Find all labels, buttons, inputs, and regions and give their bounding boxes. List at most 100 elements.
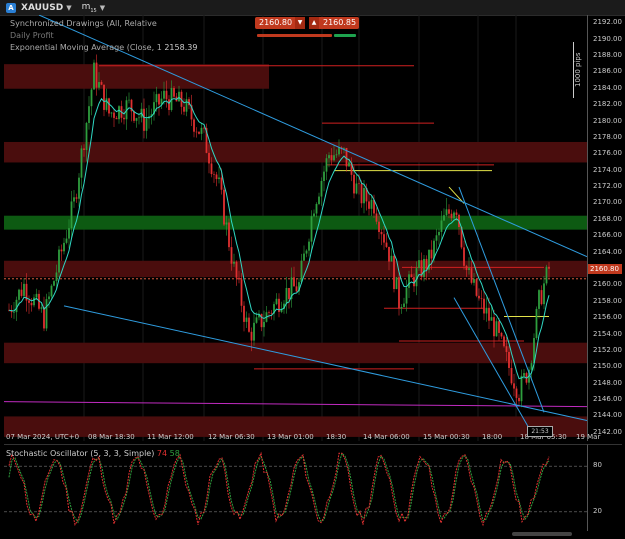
- candle-body: [338, 147, 340, 155]
- candle-body: [235, 261, 238, 278]
- candle-body: [468, 268, 470, 270]
- oscillator-axis[interactable]: 80 20: [587, 444, 622, 531]
- candle-body: [60, 249, 63, 252]
- time-axis-label: 08 Mar 18:30: [88, 433, 135, 441]
- time-axis-label: 18:30: [326, 433, 347, 441]
- candle-body: [303, 253, 305, 261]
- symbol-icon[interactable]: A: [6, 2, 16, 13]
- candle-body: [335, 154, 338, 156]
- price-axis-label: 2158.00: [593, 296, 622, 305]
- candle-body: [368, 201, 370, 209]
- price-axis-label: 2152.00: [593, 345, 622, 354]
- time-axis-label: 11 Mar 12:00: [147, 433, 194, 441]
- candle-body: [515, 388, 518, 398]
- sell-button[interactable]: 2160.80 ▼: [255, 17, 305, 29]
- candle-body: [545, 266, 548, 284]
- price-axis-label: 2170.00: [593, 198, 622, 207]
- price-axis[interactable]: 2192.00 2190.00 2188.00 2186.00 2184.00 2182.…: [587, 15, 622, 441]
- candle-body: [535, 308, 538, 339]
- time-axis[interactable]: 07 Mar 2024, UTC+0 08 Mar 18:30 11 Mar 12:…: [4, 431, 604, 443]
- stochastic-k-line: [8, 451, 550, 527]
- price-axis-label: 2186.00: [593, 67, 622, 76]
- candle-body: [218, 177, 220, 180]
- candle-body: [215, 174, 218, 180]
- candle-body: [70, 201, 73, 229]
- candle-body: [80, 148, 83, 178]
- price-chart[interactable]: [4, 15, 587, 441]
- candle-body: [463, 247, 465, 266]
- buy-button[interactable]: ▲ 2160.85: [309, 17, 359, 29]
- candle-body: [513, 383, 515, 389]
- candle-body: [210, 163, 213, 175]
- candle-body: [425, 258, 428, 270]
- candle-body: [88, 106, 90, 123]
- candle-body: [500, 332, 503, 337]
- candle-body: [483, 298, 485, 314]
- candle-body: [220, 177, 223, 190]
- price-axis-label: 2180.00: [593, 116, 622, 125]
- chart-scrollbar[interactable]: [512, 532, 572, 536]
- candle-body: [163, 90, 165, 99]
- candle-body: [380, 232, 383, 235]
- candle-body: [35, 293, 38, 298]
- price-axis-label: 2166.00: [593, 231, 622, 240]
- candle-body: [228, 222, 230, 248]
- candle-body: [50, 285, 53, 297]
- candle-body: [28, 300, 30, 303]
- candle-body: [293, 277, 295, 287]
- ema-value: 2158.39: [164, 43, 198, 52]
- ema-label: Exponential Moving Average (Close, 1: [10, 43, 162, 52]
- sell-sentiment-bar: [257, 34, 332, 37]
- candle-body: [320, 180, 323, 197]
- candle-body: [548, 266, 550, 269]
- time-axis-label: 18:00: [482, 433, 503, 441]
- timeframe-selector[interactable]: m15: [82, 2, 97, 14]
- timeframe-value: 15: [90, 7, 97, 14]
- candle-body: [123, 117, 125, 120]
- chart-toolbar: A XAUUSD ▼ m15 ▼: [0, 0, 625, 16]
- pips-ruler: 1000 pips: [573, 42, 583, 98]
- price-axis-label: 2164.00: [593, 247, 622, 256]
- price-axis-label: 2174.00: [593, 165, 622, 174]
- candle-body: [390, 255, 393, 262]
- candle-body: [20, 289, 23, 296]
- symbol-dropdown-icon[interactable]: ▼: [66, 4, 71, 12]
- candle-body: [58, 249, 60, 273]
- candle-body: [30, 302, 33, 306]
- candle-body: [183, 106, 185, 112]
- buy-price: 2160.85: [323, 18, 357, 27]
- candle-body: [143, 108, 145, 131]
- candle-body: [138, 117, 140, 119]
- sell-arrow-icon: ▼: [295, 17, 305, 29]
- candle-body: [288, 287, 290, 299]
- price-axis-label: 2176.00: [593, 149, 622, 158]
- price-axis-label: 2172.00: [593, 182, 622, 191]
- candle-body: [423, 258, 425, 277]
- candle-body: [430, 249, 433, 259]
- candle-body: [75, 197, 78, 199]
- candle-body: [455, 212, 458, 215]
- candle-body: [115, 117, 118, 120]
- candle-body: [55, 272, 58, 282]
- candle-body: [63, 242, 65, 252]
- candle-body: [343, 147, 345, 149]
- candle-body: [315, 203, 318, 214]
- candle-body: [45, 299, 48, 329]
- candle-body: [418, 260, 420, 269]
- candle-body: [270, 312, 273, 314]
- daily-profit-label: Daily Profit: [10, 31, 54, 40]
- price-axis-label: 2144.00: [593, 411, 622, 420]
- sync-drawings-label: Synchronized Drawings (All, Relative: [10, 19, 157, 28]
- candle-body: [133, 111, 135, 121]
- candle-body: [323, 171, 325, 181]
- candle-body: [488, 307, 490, 321]
- candle-body: [110, 112, 113, 114]
- candle-body: [453, 212, 455, 219]
- candle-body: [465, 265, 468, 270]
- symbol-selector[interactable]: XAUUSD: [21, 3, 63, 13]
- candle-body: [473, 279, 475, 283]
- candle-body: [213, 174, 215, 175]
- time-axis-label: 12 Mar 06:30: [208, 433, 255, 441]
- timeframe-dropdown-icon[interactable]: ▼: [100, 4, 105, 12]
- candle-body: [448, 209, 450, 214]
